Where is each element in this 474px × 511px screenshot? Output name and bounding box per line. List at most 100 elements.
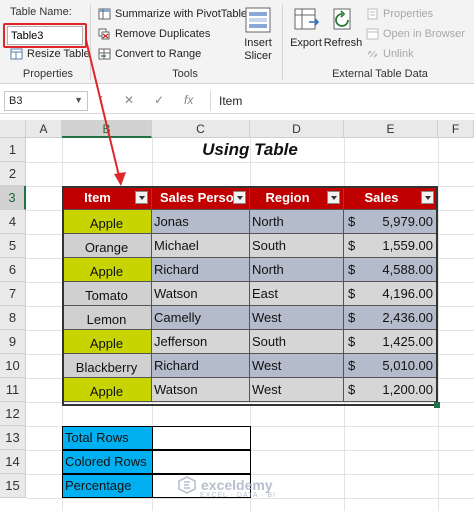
- convert-to-range-button[interactable]: Convert to Range: [98, 48, 201, 60]
- cell-region[interactable]: South: [250, 330, 344, 354]
- row-header-6[interactable]: 6: [0, 258, 26, 282]
- external-table-data-group-label: External Table Data: [332, 68, 428, 80]
- summary-value[interactable]: [152, 426, 251, 450]
- unlink-icon: [367, 50, 378, 58]
- row-header-7[interactable]: 7: [0, 282, 26, 306]
- filter-dropdown-icon[interactable]: [327, 191, 340, 204]
- open-in-browser-button[interactable]: Open in Browser: [366, 28, 465, 40]
- insert-slicer-button[interactable]: Insert Slicer: [240, 6, 276, 63]
- formula-content: Item: [219, 94, 243, 108]
- row-header-11[interactable]: 11: [0, 378, 26, 402]
- row-header-9[interactable]: 9: [0, 330, 26, 354]
- insert-function-icon[interactable]: fx: [184, 93, 193, 107]
- cell-item[interactable]: Orange: [62, 234, 152, 258]
- cell-sales-person[interactable]: Richard: [152, 258, 250, 282]
- cell-sales-person[interactable]: Richard: [152, 354, 250, 378]
- row-header-1[interactable]: 1: [0, 138, 26, 162]
- cell-item[interactable]: Blackberry: [62, 354, 152, 378]
- summarize-pivottable-button[interactable]: Summarize with PivotTable: [98, 8, 247, 20]
- row-header-13[interactable]: 13: [0, 426, 26, 450]
- watermark-logo-icon: [178, 476, 196, 494]
- summary-value[interactable]: [152, 450, 251, 474]
- row-header-10[interactable]: 10: [0, 354, 26, 378]
- cell-sales-person[interactable]: Camelly: [152, 306, 250, 330]
- summary-label[interactable]: Colored Rows: [62, 450, 153, 474]
- column-header-c[interactable]: C: [152, 120, 250, 138]
- cell-item[interactable]: Apple: [62, 210, 152, 234]
- cell-sales[interactable]: $1,200.00: [344, 378, 438, 402]
- cell-sales-person[interactable]: Michael: [152, 234, 250, 258]
- row-header-12[interactable]: 12: [0, 402, 26, 426]
- table-header-cell[interactable]: Item: [62, 186, 152, 210]
- cell-region[interactable]: West: [250, 354, 344, 378]
- refresh-button[interactable]: Refresh: [324, 6, 362, 50]
- watermark-tagline: EXCEL · DATA · BI: [200, 492, 276, 499]
- cell-region[interactable]: North: [250, 258, 344, 282]
- summary-label[interactable]: Percentage: [62, 474, 153, 498]
- cell-sales[interactable]: $4,196.00: [344, 282, 438, 306]
- properties-button[interactable]: Properties: [366, 8, 433, 20]
- unlink-button[interactable]: Unlink: [366, 48, 414, 60]
- slicer-icon: [245, 7, 271, 33]
- cancel-icon[interactable]: ✕: [124, 93, 134, 107]
- row-header-2[interactable]: 2: [0, 162, 26, 186]
- table-header-cell[interactable]: Sales Person: [152, 186, 250, 210]
- cell-sales-person[interactable]: Watson: [152, 282, 250, 306]
- cell-sales[interactable]: $5,010.00: [344, 354, 438, 378]
- cell-sales[interactable]: $1,559.00: [344, 234, 438, 258]
- formula-bar-grip-icon: ⋮: [96, 95, 108, 107]
- export-button[interactable]: Export: [289, 6, 323, 50]
- cell-sales[interactable]: $2,436.00: [344, 306, 438, 330]
- name-box[interactable]: B3 ▼: [4, 91, 88, 111]
- cell-item[interactable]: Apple: [62, 378, 152, 402]
- table-header-cell[interactable]: Sales: [344, 186, 438, 210]
- cell-sales[interactable]: $5,979.00: [344, 210, 438, 234]
- sheet-title: Using Table: [202, 140, 298, 159]
- cell-sales-person[interactable]: Jonas: [152, 210, 250, 234]
- cell-item[interactable]: Lemon: [62, 306, 152, 330]
- column-header-e[interactable]: E: [344, 120, 438, 138]
- cell-sales[interactable]: $1,425.00: [344, 330, 438, 354]
- cell-region[interactable]: West: [250, 378, 344, 402]
- row-header-8[interactable]: 8: [0, 306, 26, 330]
- unlink-label: Unlink: [383, 48, 414, 60]
- column-header-a[interactable]: A: [26, 120, 62, 138]
- formula-input[interactable]: Item: [210, 91, 474, 111]
- resize-table-label: Resize Table: [27, 48, 90, 60]
- cell-region[interactable]: West: [250, 306, 344, 330]
- column-header-f[interactable]: F: [438, 120, 474, 138]
- cell-sales-person[interactable]: Watson: [152, 378, 250, 402]
- remove-duplicates-button[interactable]: Remove Duplicates: [98, 28, 210, 40]
- cell-item[interactable]: Apple: [62, 330, 152, 354]
- table-resize-handle[interactable]: [434, 402, 440, 408]
- table-header-label: Sales Person: [160, 190, 242, 205]
- cell-region[interactable]: North: [250, 210, 344, 234]
- select-all-corner[interactable]: [0, 120, 26, 138]
- filter-dropdown-icon[interactable]: [233, 191, 246, 204]
- resize-table-button[interactable]: Resize Table: [10, 48, 90, 60]
- export-label: Export: [290, 37, 322, 49]
- column-header-d[interactable]: D: [250, 120, 344, 138]
- cell-region[interactable]: East: [250, 282, 344, 306]
- name-box-dropdown-icon[interactable]: ▼: [74, 95, 83, 105]
- cell-sales[interactable]: $4,588.00: [344, 258, 438, 282]
- filter-dropdown-icon[interactable]: [421, 191, 434, 204]
- row-header-3[interactable]: 3: [0, 186, 26, 210]
- enter-icon[interactable]: ✓: [154, 93, 164, 107]
- cell-item[interactable]: Apple: [62, 258, 152, 282]
- summary-label[interactable]: Total Rows: [62, 426, 153, 450]
- row-header-15[interactable]: 15: [0, 474, 26, 498]
- convert-to-range-label: Convert to Range: [115, 48, 202, 60]
- row-header-4[interactable]: 4: [0, 210, 26, 234]
- sales-value: 4,588.00: [382, 262, 433, 277]
- table-header-label: Item: [84, 190, 111, 205]
- row-header-5[interactable]: 5: [0, 234, 26, 258]
- cell-region[interactable]: South: [250, 234, 344, 258]
- cell-sales-person[interactable]: Jefferson: [152, 330, 250, 354]
- table-header-cell[interactable]: Region: [250, 186, 344, 210]
- column-header-b[interactable]: B: [62, 120, 152, 138]
- row-header-14[interactable]: 14: [0, 450, 26, 474]
- filter-dropdown-icon[interactable]: [135, 191, 148, 204]
- sales-value: 1,559.00: [382, 238, 433, 253]
- cell-item[interactable]: Tomato: [62, 282, 152, 306]
